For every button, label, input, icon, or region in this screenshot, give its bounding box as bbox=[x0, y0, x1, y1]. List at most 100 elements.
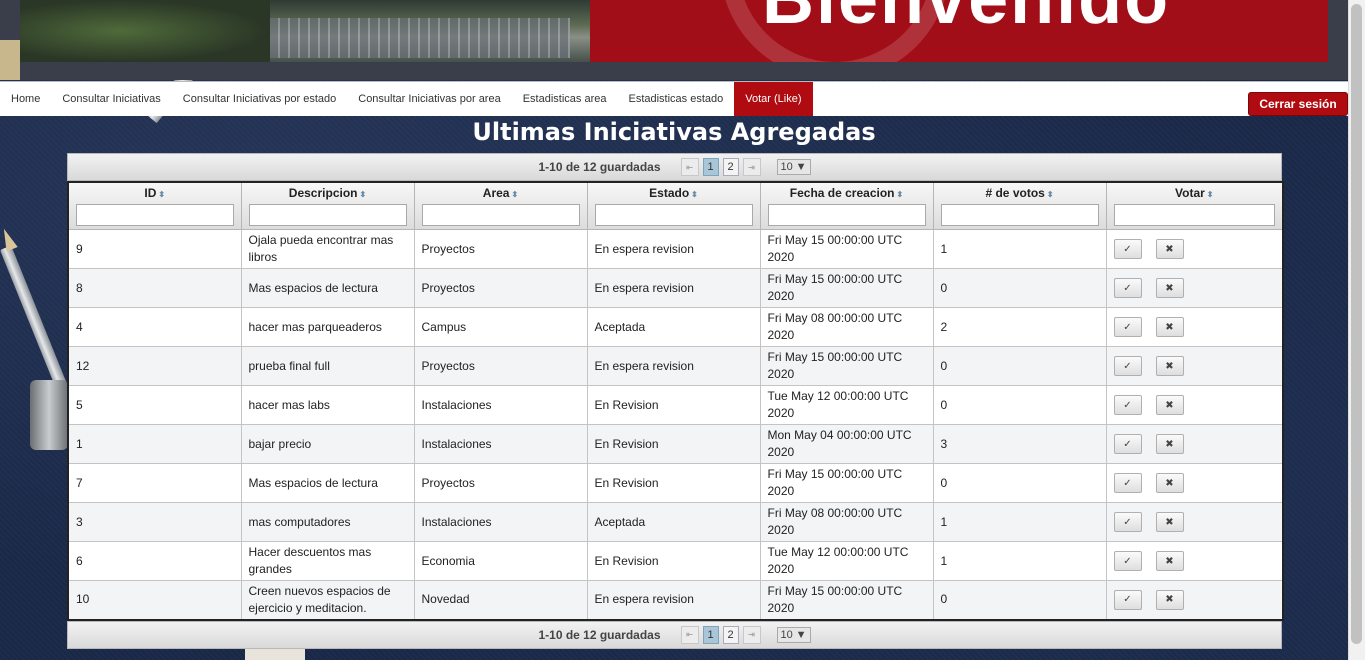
cell-estado: En Revision bbox=[586, 541, 761, 581]
sort-icon[interactable]: ⬍ bbox=[1207, 190, 1214, 199]
first-page-icon[interactable]: ⇤ bbox=[680, 625, 699, 644]
nav-item-estadisticas-area[interactable]: Estadisticas area bbox=[512, 82, 618, 116]
vote-dislike-button[interactable]: ✖ bbox=[1155, 551, 1184, 571]
cell-descripcion: Mas espacios de lectura bbox=[240, 463, 415, 503]
table-row: 5 hacer mas labs Instalaciones En Revision T… bbox=[67, 385, 1284, 425]
last-page-icon[interactable]: ⇥ bbox=[742, 625, 761, 644]
cell-estado: En Revision bbox=[586, 463, 761, 503]
rows-per-page-select[interactable]: 10 ▼ bbox=[776, 159, 811, 175]
cell-area: Instalaciones bbox=[413, 424, 588, 464]
sort-icon[interactable]: ⬍ bbox=[897, 190, 904, 199]
column-filter-input[interactable] bbox=[940, 204, 1099, 226]
vote-dislike-button[interactable]: ✖ bbox=[1155, 589, 1184, 610]
cell-id: 10 bbox=[67, 580, 242, 620]
logout-button[interactable]: Cerrar sesión bbox=[1248, 92, 1348, 116]
cell-estado: En Revision bbox=[586, 424, 761, 464]
column-title: Fecha de creacion bbox=[789, 186, 895, 200]
vote-dislike-button[interactable]: ✖ bbox=[1155, 434, 1184, 454]
sort-icon[interactable]: ⬍ bbox=[511, 190, 518, 199]
vote-like-button[interactable]: ✓ bbox=[1113, 512, 1142, 532]
page-2-button[interactable]: 2 bbox=[722, 625, 739, 644]
cell-id: 3 bbox=[67, 502, 242, 542]
vote-like-button[interactable]: ✓ bbox=[1113, 356, 1142, 376]
column-filter-input[interactable] bbox=[1113, 204, 1275, 226]
column-header-de-votos[interactable]: # de votos ⬍ bbox=[932, 181, 1107, 230]
column-filter-input[interactable] bbox=[594, 204, 753, 226]
vote-dislike-button[interactable]: ✖ bbox=[1155, 512, 1184, 532]
vote-dislike-button[interactable]: ✖ bbox=[1155, 473, 1184, 493]
page-1-button[interactable]: 1 bbox=[702, 625, 719, 644]
vote-like-button[interactable]: ✓ bbox=[1113, 589, 1142, 610]
page-2-button[interactable]: 2 bbox=[722, 158, 739, 176]
nav-item-estadisticas-estado[interactable]: Estadisticas estado bbox=[617, 82, 734, 116]
column-filter-input[interactable] bbox=[767, 204, 926, 226]
campus-photo bbox=[20, 0, 590, 62]
rows-per-page-select[interactable]: 10 ▼ bbox=[776, 626, 811, 643]
vote-like-button[interactable]: ✓ bbox=[1113, 278, 1142, 298]
welcome-title: Bienvenido bbox=[762, 0, 1170, 40]
sort-icon[interactable]: ⬍ bbox=[158, 190, 165, 199]
cell-estado: En espera revision bbox=[586, 268, 761, 308]
column-header-fecha-de-creacion[interactable]: Fecha de creacion ⬍ bbox=[759, 181, 934, 230]
column-header-id[interactable]: ID ⬍ bbox=[67, 181, 242, 230]
cell-descripcion: Hacer descuentos mas grandes bbox=[240, 541, 415, 581]
close-icon: ✖ bbox=[1165, 282, 1174, 294]
paginator-summary: 1-10 de 12 guardadas bbox=[538, 160, 661, 174]
chevron-down-icon: ▼ bbox=[795, 161, 807, 173]
column-title: Descripcion bbox=[288, 186, 358, 200]
scrollbar-thumb[interactable] bbox=[1351, 4, 1362, 644]
check-icon: ✓ bbox=[1123, 321, 1132, 333]
page-1-button[interactable]: 1 bbox=[702, 158, 719, 176]
check-icon: ✓ bbox=[1123, 516, 1132, 528]
vote-dislike-button[interactable]: ✖ bbox=[1155, 395, 1184, 415]
cell-votar: ✓ ✖ bbox=[1105, 463, 1284, 503]
cell-votos: 1 bbox=[932, 541, 1107, 581]
cell-area: Proyectos bbox=[413, 268, 588, 308]
vote-dislike-button[interactable]: ✖ bbox=[1155, 278, 1184, 298]
nav-item-consultar-iniciativas[interactable]: Consultar Iniciativas bbox=[51, 82, 171, 116]
column-header-votar[interactable]: Votar ⬍ bbox=[1105, 181, 1284, 230]
cell-votar: ✓ ✖ bbox=[1105, 424, 1284, 464]
close-icon: ✖ bbox=[1165, 516, 1174, 528]
first-page-icon[interactable]: ⇤ bbox=[680, 158, 699, 176]
vote-like-button[interactable]: ✓ bbox=[1113, 239, 1142, 259]
cell-id: 1 bbox=[67, 424, 242, 464]
cell-descripcion: Mas espacios de lectura bbox=[240, 268, 415, 308]
table-row: 8 Mas espacios de lectura Proyectos En espe… bbox=[67, 268, 1284, 308]
cell-id: 8 bbox=[67, 268, 242, 308]
vote-dislike-button[interactable]: ✖ bbox=[1155, 317, 1184, 337]
column-title: # de votos bbox=[985, 186, 1045, 200]
cell-id: 6 bbox=[67, 541, 242, 581]
header-row: ID ⬍ Descripcion ⬍ Area ⬍ Estado ⬍ Fecha de crea… bbox=[67, 181, 1284, 230]
column-header-label: # de votos ⬍ bbox=[941, 186, 1099, 202]
column-header-area[interactable]: Area ⬍ bbox=[413, 181, 588, 230]
column-filter-input[interactable] bbox=[248, 204, 407, 226]
column-header-descripcion[interactable]: Descripcion ⬍ bbox=[240, 181, 415, 230]
cell-area: Instalaciones bbox=[413, 385, 588, 425]
column-filter-input[interactable] bbox=[76, 204, 234, 226]
vertical-scrollbar[interactable] bbox=[1348, 0, 1365, 660]
nav-item-consultar-iniciativas-por-area[interactable]: Consultar Iniciativas por area bbox=[347, 82, 511, 116]
column-header-estado[interactable]: Estado ⬍ bbox=[586, 181, 761, 230]
nav-item-home[interactable]: Home bbox=[0, 82, 51, 116]
table-row: 7 Mas espacios de lectura Proyectos En Revi… bbox=[67, 463, 1284, 503]
vote-like-button[interactable]: ✓ bbox=[1113, 317, 1142, 337]
sort-icon[interactable]: ⬍ bbox=[1047, 190, 1054, 199]
vote-like-button[interactable]: ✓ bbox=[1113, 434, 1142, 454]
sort-icon[interactable]: ⬍ bbox=[691, 190, 698, 199]
nav-item-votar-like[interactable]: Votar (Like) bbox=[734, 82, 813, 116]
column-filter-input[interactable] bbox=[421, 204, 580, 226]
nav-item-consultar-iniciativas-por-estado[interactable]: Consultar Iniciativas por estado bbox=[172, 82, 347, 116]
cell-descripcion: prueba final full bbox=[240, 346, 415, 386]
cell-votos: 3 bbox=[932, 424, 1107, 464]
vote-dislike-button[interactable]: ✖ bbox=[1155, 356, 1184, 376]
vote-like-button[interactable]: ✓ bbox=[1113, 551, 1142, 571]
cell-estado: En Revision bbox=[586, 385, 761, 425]
cell-fecha: Fri May 15 00:00:00 UTC 2020 bbox=[759, 268, 934, 308]
vote-like-button[interactable]: ✓ bbox=[1113, 473, 1142, 493]
last-page-icon[interactable]: ⇥ bbox=[742, 158, 761, 176]
vote-dislike-button[interactable]: ✖ bbox=[1155, 239, 1184, 259]
vote-like-button[interactable]: ✓ bbox=[1113, 395, 1142, 415]
sort-icon[interactable]: ⬍ bbox=[360, 190, 367, 199]
table-body: 9 Ojala pueda encontrar mas libros Proyect… bbox=[67, 229, 1284, 620]
